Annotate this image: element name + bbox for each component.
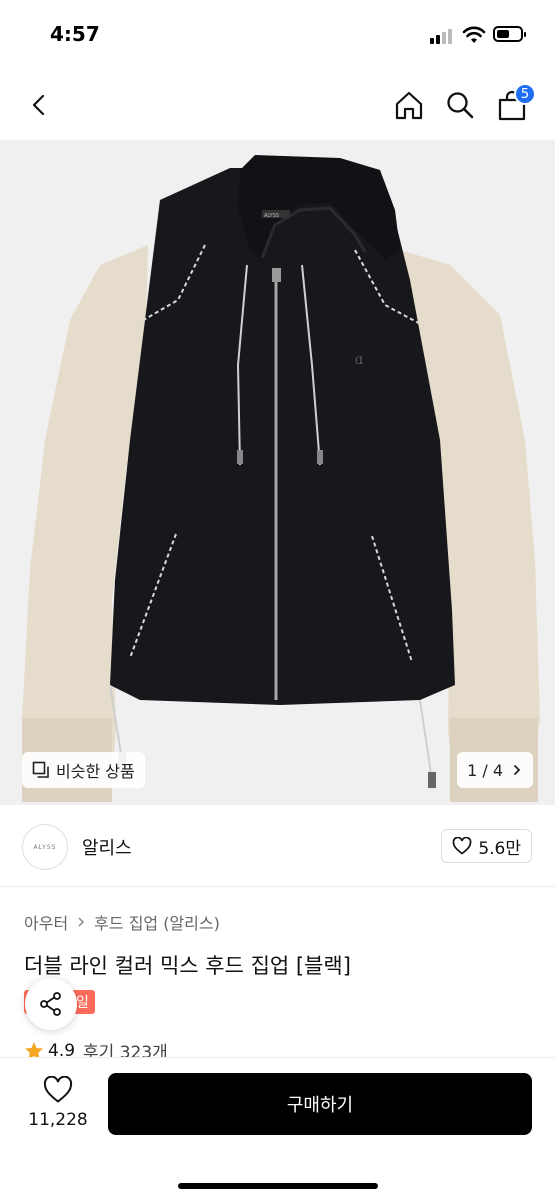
status-bar: 4:57: [0, 0, 555, 70]
share-button[interactable]: [25, 978, 77, 1030]
status-time: 4:57: [50, 22, 100, 46]
similar-products-label: 비슷한 상품: [56, 762, 135, 781]
chevron-right-icon: [78, 917, 85, 927]
cellular-signal-icon: [430, 28, 456, 44]
share-icon: [40, 992, 61, 1016]
wishlist-count: 11,228: [28, 1110, 88, 1130]
home-indicator: [178, 1183, 378, 1189]
image-pager-label: 1 / 4: [467, 760, 503, 780]
brand-logo[interactable]: ALYSS: [22, 824, 68, 870]
garment-chest-logo: Ɑ: [355, 356, 363, 367]
brand-like-button[interactable]: 5.6만: [441, 829, 532, 863]
brand-logo-text: ALYSS: [33, 843, 57, 851]
buy-button[interactable]: 구매하기: [108, 1073, 532, 1135]
home-button[interactable]: [391, 87, 427, 123]
breadcrumb-item[interactable]: 후드 집업 (알리스): [94, 910, 220, 934]
battery-icon: [493, 26, 526, 42]
image-pager[interactable]: 1 / 4: [457, 752, 533, 788]
search-button[interactable]: [442, 87, 478, 123]
back-button[interactable]: [22, 87, 58, 123]
breadcrumb-item[interactable]: 아우터: [24, 910, 68, 934]
brand-name[interactable]: 알리스: [82, 834, 132, 860]
bottom-action-bar: 11,228 구매하기: [0, 1057, 555, 1201]
cart-button[interactable]: 5: [494, 83, 536, 123]
chevron-left-icon: [32, 94, 45, 116]
brand-like-count: 5.6만: [478, 838, 521, 859]
product-title: 더블 라인 컬러 믹스 후드 집업 [블랙]: [24, 954, 351, 978]
search-icon: [447, 92, 474, 119]
copy-squares-icon: [32, 761, 49, 778]
similar-products-button[interactable]: 비슷한 상품: [22, 752, 145, 788]
heart-icon: [43, 1075, 73, 1103]
product-image-carousel[interactable]: Ɑ ALYSS 비슷한 상품 1 / 4: [0, 140, 555, 805]
wishlist-button[interactable]: 11,228: [22, 1075, 94, 1136]
chevron-right-icon: [514, 765, 521, 775]
garment-neck-label: ALYSS: [264, 213, 279, 219]
hoodie-image: Ɑ ALYSS: [22, 155, 540, 802]
breadcrumb: 아우터 후드 집업 (알리스): [24, 910, 220, 934]
heart-icon: [452, 837, 472, 855]
cart-count-badge: 5: [514, 83, 536, 105]
home-icon: [395, 91, 423, 120]
brand-row[interactable]: ALYSS 알리스 5.6만: [0, 805, 555, 887]
wifi-icon: [462, 26, 486, 43]
sale-badge-label: 일: [76, 995, 89, 1011]
nav-bar: 5: [0, 70, 555, 140]
